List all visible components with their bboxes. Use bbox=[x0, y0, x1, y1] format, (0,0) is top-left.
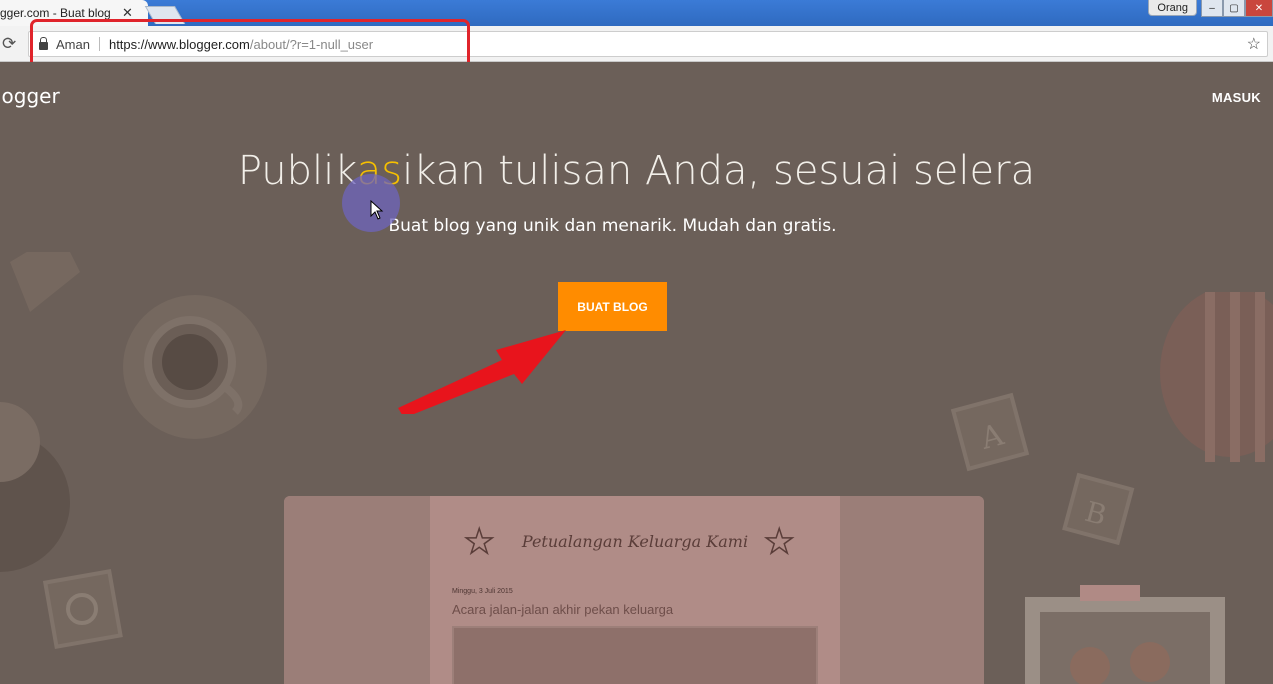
security-label: Aman bbox=[56, 36, 90, 52]
photo-frame-illustration bbox=[1025, 585, 1225, 684]
tab-close-icon[interactable]: ✕ bbox=[122, 5, 133, 21]
block-b-illustration: B bbox=[1062, 472, 1135, 546]
preview-post-title: Acara jalan-jalan akhir pekan keluarga bbox=[452, 602, 674, 617]
browser-tab[interactable]: gger.com - Buat blog ✕ bbox=[0, 0, 148, 26]
coffee-cup-illustration bbox=[123, 295, 267, 439]
browser-chrome: gger.com - Buat blog ✕ Orang – ▢ ✕ ⟳ Ama… bbox=[0, 0, 1273, 62]
reload-icon[interactable]: ⟳ bbox=[2, 34, 16, 54]
window-controls: Orang – ▢ ✕ bbox=[1148, 0, 1273, 18]
signin-link[interactable]: MASUK bbox=[1212, 90, 1261, 105]
block-a-illustration: A bbox=[950, 392, 1030, 472]
preview-right-pattern bbox=[840, 496, 984, 684]
address-bar[interactable]: Aman https://www.blogger.com/about/?r=1-… bbox=[28, 31, 1268, 57]
omnibox-divider bbox=[98, 37, 100, 51]
mouse-cursor-icon bbox=[370, 200, 384, 220]
url-text[interactable]: https://www.blogger.com/about/?r=1-null_… bbox=[109, 37, 373, 52]
page-headline: Publikasikan tulisan Anda, sesuai selera bbox=[0, 148, 1273, 194]
headline-text-post: ikan tulisan Anda, sesuai selera bbox=[402, 148, 1036, 194]
star-icon[interactable]: ☆ bbox=[1247, 34, 1261, 54]
preview-post-photo bbox=[452, 626, 818, 684]
preview-blog-page: ★ Petualangan Keluarga Kami ★ Minggu, 3 … bbox=[430, 496, 840, 684]
lock-icon bbox=[39, 36, 48, 50]
blog-preview-card: ★ Petualangan Keluarga Kami ★ Minggu, 3 … bbox=[284, 496, 984, 684]
profile-button[interactable]: Orang bbox=[1148, 0, 1197, 16]
url-host: https://www.blogger.com bbox=[108, 36, 250, 52]
headline-text-pre: Publik bbox=[237, 148, 357, 194]
close-window-icon[interactable]: ✕ bbox=[1245, 0, 1273, 17]
camera-block-illustration bbox=[42, 569, 123, 649]
annotation-arrow-icon bbox=[398, 330, 566, 414]
blogger-landing-page: A B logger MASUK Publikasikan tulisan An… bbox=[0, 62, 1273, 684]
page-subheadline: Buat blog yang unik dan menarik. Mudah d… bbox=[388, 216, 837, 236]
new-tab-button[interactable] bbox=[144, 6, 186, 24]
balloon-illustration bbox=[1160, 292, 1273, 462]
tab-strip: gger.com - Buat blog ✕ Orang – ▢ ✕ bbox=[0, 0, 1273, 26]
maximize-icon[interactable]: ▢ bbox=[1223, 0, 1245, 17]
url-path: /about/?r=1-null_user bbox=[249, 36, 374, 52]
minimize-icon[interactable]: – bbox=[1201, 0, 1223, 17]
tab-title: gger.com - Buat blog bbox=[0, 6, 111, 20]
star-icon: ★ bbox=[763, 522, 795, 562]
browser-toolbar: ⟳ Aman https://www.blogger.com/about/?r=… bbox=[0, 26, 1273, 62]
preview-post-date: Minggu, 3 Juli 2015 bbox=[452, 588, 513, 595]
blogger-logo[interactable]: logger bbox=[0, 84, 60, 108]
preview-left-pattern bbox=[284, 496, 430, 684]
